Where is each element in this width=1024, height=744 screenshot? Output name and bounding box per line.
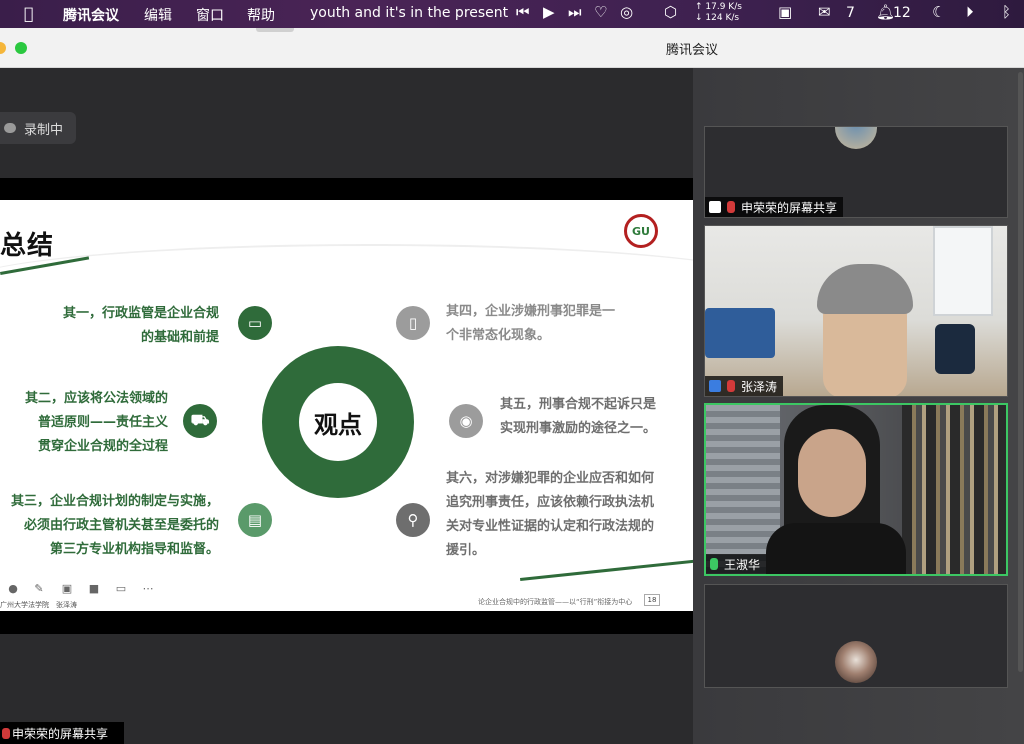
footer-institution: 广州大学法学院 (0, 601, 49, 609)
screen-share-label: 申荣荣的屏幕共享 (0, 722, 124, 744)
more-tools-icon[interactable]: ⋯ (141, 582, 155, 596)
point-6: 其六，对涉嫌犯罪的企业应否和如何 追究刑事责任，应该依赖行政执法机 关对专业性证… (446, 471, 655, 558)
phone-icon: ▯ (396, 306, 430, 340)
pen-tool-icon[interactable]: ✎ (32, 582, 46, 596)
wechat-count: 7 (846, 5, 855, 21)
next-track-icon[interactable]: ⏭ (568, 3, 582, 21)
mic-muted-icon (727, 380, 735, 392)
pointer-tool-icon[interactable]: ● (6, 582, 20, 596)
lock-app-icon[interactable]: ⬡ (664, 3, 677, 21)
monitor-icon: ▭ (238, 306, 272, 340)
netease-music-icon[interactable]: ◎ (620, 3, 633, 21)
bicycle-icon: ⚲ (396, 503, 430, 537)
mic-muted-icon (727, 201, 735, 213)
menu-help[interactable]: 帮助 (247, 5, 275, 25)
tab-hint (256, 28, 294, 32)
play-circle-icon[interactable]: ⏵ (966, 3, 974, 21)
dark-mode-icon[interactable]: ☾ (932, 3, 945, 21)
binoculars-icon: ◉ (449, 404, 483, 438)
participant-avatar (835, 127, 877, 149)
video-background-window (933, 226, 993, 316)
previous-track-icon[interactable]: ⏮ (516, 3, 530, 21)
menu-app-name[interactable]: 腾讯会议 (63, 5, 119, 25)
video-background-bookshelf (902, 405, 1006, 574)
participant-avatar (835, 641, 877, 683)
window-titlebar: 腾讯会议 (0, 28, 1024, 68)
participant-clothing (766, 523, 906, 574)
point-1: 其一，行政监管是企业合规 的基础和前提 (62, 306, 219, 345)
participant-video-person (798, 429, 866, 517)
mic-active-icon (710, 558, 718, 570)
video-background-sofa (705, 308, 775, 358)
bluetooth-icon[interactable]: ᛒ (1002, 3, 1011, 21)
participant-tile-wang[interactable]: 王淑华 (704, 403, 1008, 576)
point-5: 其五，刑事合规不起诉只是 实现刑事激励的途径之一。 (500, 397, 657, 436)
footer-topic: 论企业合规中的行政监管——以“行刑”衔接为中心 (478, 598, 633, 606)
now-playing-title[interactable]: youth and it's in the present (310, 5, 508, 21)
screen-share-icon (709, 201, 721, 213)
university-logo: GU (624, 214, 658, 248)
letterbox-bottom (0, 611, 693, 634)
center-donut: 观点 (262, 346, 414, 498)
notification-count: 12 (893, 5, 911, 21)
participant-label: 申荣荣的屏幕共享 (705, 197, 844, 217)
point-4: 其四，企业涉嫌刑事犯罪是一 个非常态化现象。 (446, 304, 616, 343)
letterbox-top (0, 178, 693, 200)
video-background-chair (935, 324, 975, 374)
menu-edit[interactable]: 编辑 (144, 5, 172, 25)
wechat-icon[interactable]: ✉ (818, 3, 831, 21)
select-tool-icon[interactable]: ▣ (60, 582, 74, 596)
center-label: 观点 (299, 383, 377, 461)
caption-tool-icon[interactable]: ▭ (114, 582, 128, 596)
user-icon (709, 380, 721, 392)
window-title: 腾讯会议 (665, 43, 718, 58)
point-2: 其二，应该将公法领域的 普适原则——责任主义 贯穿企业合规的全过程 (24, 391, 168, 454)
menu-window[interactable]: 窗口 (196, 5, 224, 25)
participant-tile-zhang[interactable]: 张泽涛 (704, 225, 1008, 397)
panel-scrollbar[interactable] (1018, 72, 1023, 672)
play-icon[interactable]: ▶ (543, 3, 555, 21)
recording-label: 录制中 (24, 122, 64, 138)
slide-title: 总结 (0, 231, 55, 261)
slide-toolbar: ● ✎ ▣ ■ ▭ ⋯ 广州大学法学院 张泽涛 论企业合规中的行政监管——以“行… (0, 578, 693, 611)
heart-icon[interactable]: ♡ (594, 3, 607, 21)
network-speed: ↑ 17.9 K/s ↓ 124 K/s (695, 2, 742, 23)
cloud-record-icon (4, 123, 16, 133)
participant-label: 王淑华 (706, 554, 767, 574)
apple-icon[interactable]:  (24, 4, 34, 23)
book-icon: ▤ (238, 503, 272, 537)
slide-page-number: 18 (644, 594, 660, 606)
app-v-icon[interactable]: ▣ (778, 3, 792, 21)
shared-slide: 总结 GU 其一，行政监管是企业合规 的基础和前提 其二，应该将公法领域的 普适… (0, 200, 693, 611)
car-icon: ⛟ (183, 404, 217, 438)
mic-muted-icon (2, 727, 10, 739)
macos-menubar:  腾讯会议 编辑 窗口 帮助 youth and it's in the pr… (0, 0, 1024, 28)
footer-author: 张泽涛 (56, 601, 77, 609)
participant-tile-avatar[interactable] (704, 584, 1008, 688)
participant-label: 张泽涛 (705, 376, 784, 396)
participant-tile-share[interactable]: 申荣荣的屏幕共享 (704, 126, 1008, 218)
point-3: 其三，企业合规计划的制定与实施， 必须由行政主管机关甚至是委托的 第三方专业机构… (10, 494, 219, 557)
recording-indicator[interactable]: 录制中 (0, 112, 76, 144)
camera-tool-icon[interactable]: ■ (87, 582, 101, 596)
participant-hair (817, 264, 913, 314)
